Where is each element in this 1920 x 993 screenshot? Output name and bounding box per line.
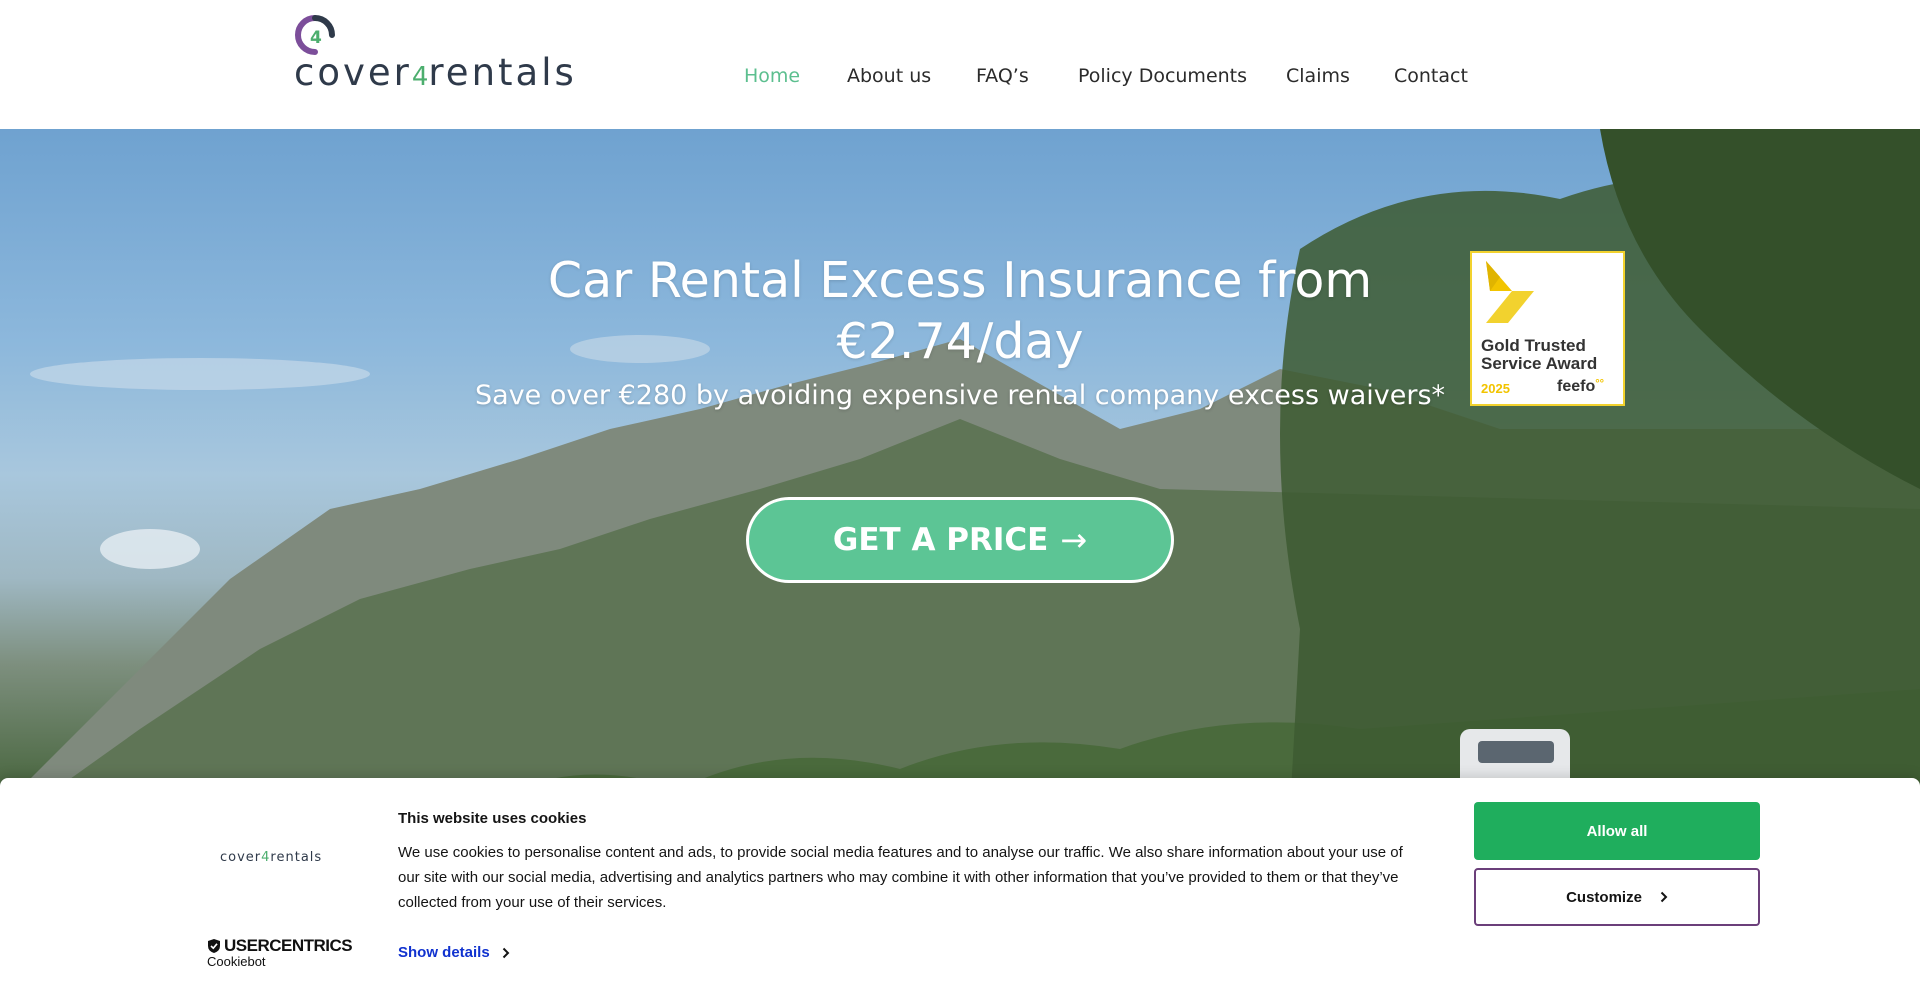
logo-mark-icon: 4 xyxy=(295,15,335,55)
usercentrics-logo: USERCENTRICS Cookiebot xyxy=(207,936,353,969)
site-logo[interactable]: 4 cover4rentals xyxy=(294,14,574,91)
nav-claims[interactable]: Claims xyxy=(1286,64,1350,88)
nav-contact[interactable]: Contact xyxy=(1394,64,1468,88)
cta-label: GET A PRICE xyxy=(832,522,1049,558)
cookie-title: This website uses cookies xyxy=(398,810,587,827)
shield-icon xyxy=(208,939,220,953)
show-details-link[interactable]: Show details xyxy=(398,944,510,961)
award-year: 2025 xyxy=(1481,381,1510,396)
feefo-award-badge[interactable]: Gold Trusted Service Award 2025 feefo°° xyxy=(1470,251,1625,406)
cookie-site-logo: cover4rentals xyxy=(220,850,323,865)
nav-policy-documents[interactable]: Policy Documents xyxy=(1078,64,1247,88)
feefo-logo: feefo°° xyxy=(1557,378,1605,395)
hero-title-line-2: €2.74/day xyxy=(836,313,1084,370)
chevron-right-icon xyxy=(1660,891,1668,903)
customize-button[interactable]: Customize xyxy=(1474,868,1760,926)
award-title: Gold Trusted Service Award xyxy=(1481,336,1598,373)
hero-title: Car Rental Excess Insurance from €2.74/d… xyxy=(480,250,1440,372)
hero-title-line-1: Car Rental Excess Insurance from xyxy=(547,252,1373,309)
chevron-right-icon xyxy=(502,947,510,958)
allow-all-button[interactable]: Allow all xyxy=(1474,802,1760,860)
site-header: 4 cover4rentals Home About us FAQ’s Poli… xyxy=(0,0,1920,129)
get-a-price-button[interactable]: GET A PRICE → xyxy=(746,497,1174,583)
cookie-banner: cover4rentals USERCENTRICS Cookiebot Thi… xyxy=(0,778,1920,993)
arrow-right-icon: → xyxy=(1060,521,1088,559)
svg-text:4: 4 xyxy=(310,28,322,48)
logo-wordmark: cover4rentals xyxy=(294,51,577,94)
nav-home[interactable]: Home xyxy=(744,64,800,88)
trophy-icon xyxy=(1486,261,1534,323)
nav-faqs[interactable]: FAQ’s xyxy=(976,64,1029,88)
cookie-description: We use cookies to personalise content an… xyxy=(398,844,1403,911)
hero-subtitle: Save over €280 by avoiding expensive ren… xyxy=(474,380,1446,411)
nav-about-us[interactable]: About us xyxy=(847,64,931,88)
